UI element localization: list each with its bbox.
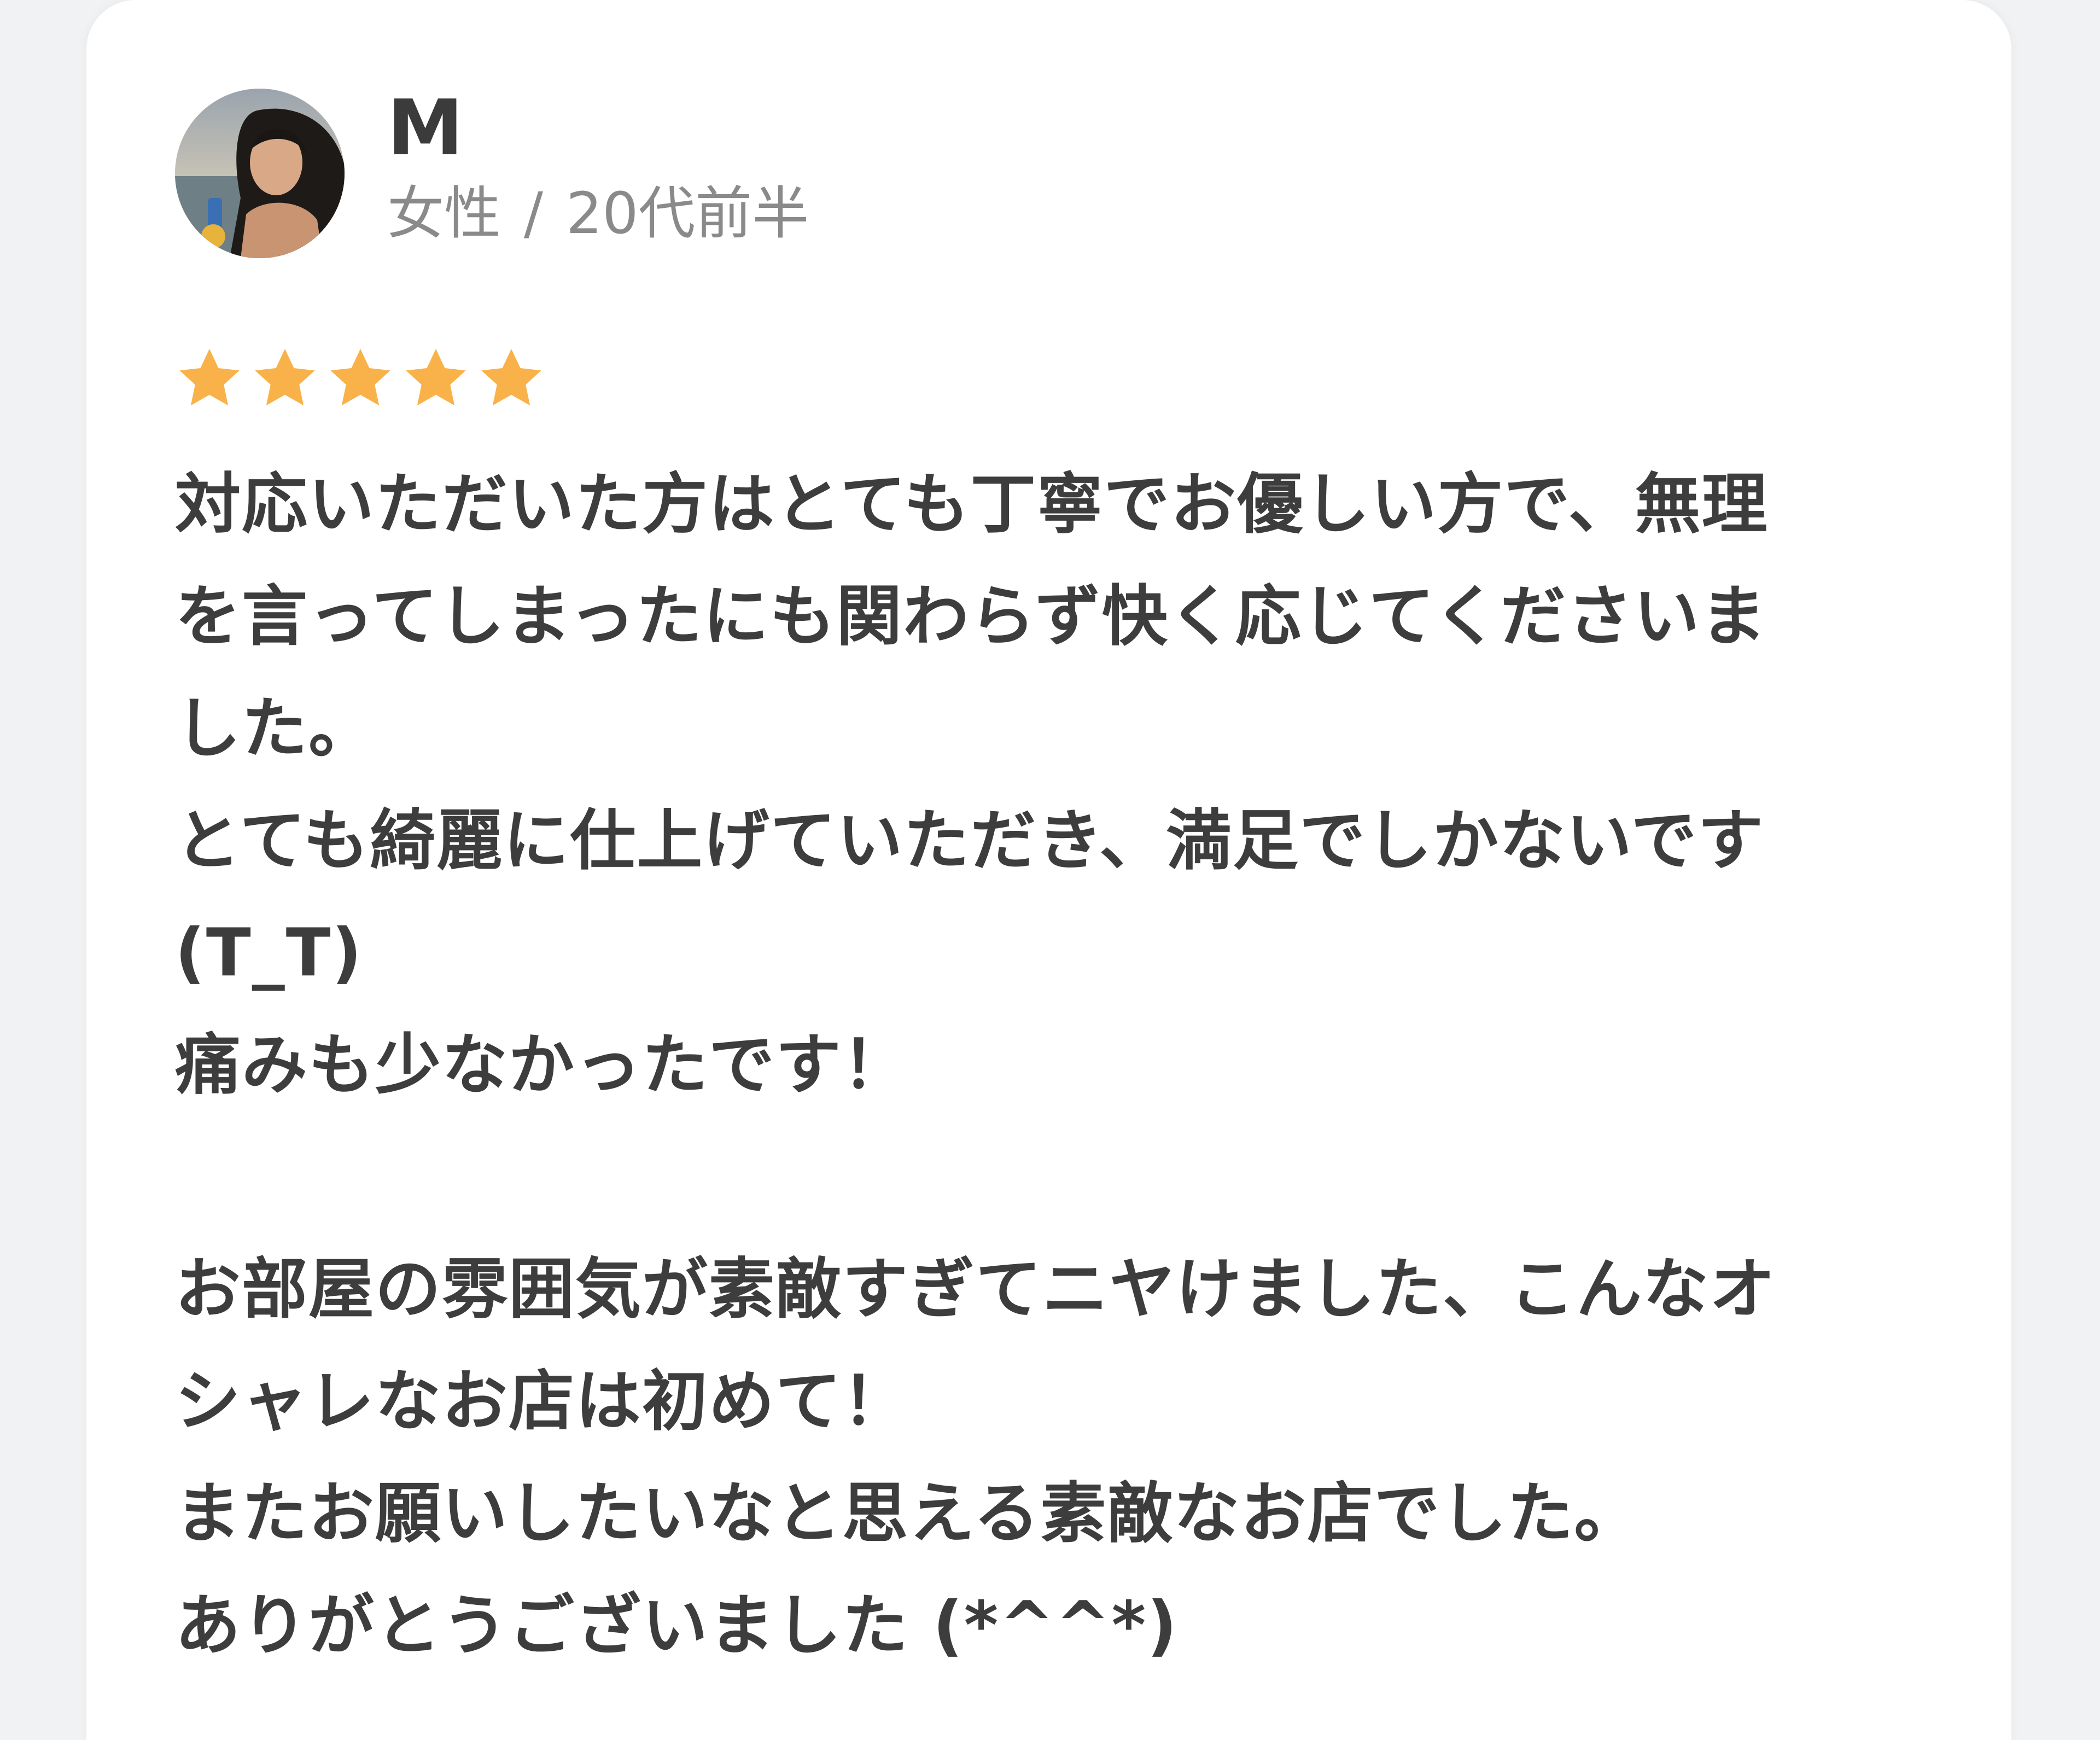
- review-blank-line: [175, 1121, 1958, 1233]
- review-line: とても綺麗に仕上げていただき、満足でしかないです: [175, 803, 1765, 879]
- review-text: 対応いただいた方はとても丁寧でお優しい方で、無理 を言ってしまったにも関わらず快く…: [175, 449, 1958, 1682]
- meta-separator: /: [524, 180, 544, 247]
- review-line: した。: [175, 691, 375, 767]
- avatar[interactable]: [175, 89, 345, 258]
- review-line: またお願いしたいなと思える素敵なお店でした。: [175, 1476, 1641, 1552]
- review-line: を言ってしまったにも関わらず快く応じてくださいま: [175, 579, 1768, 655]
- star-icon: [406, 348, 466, 406]
- star-icon: [481, 348, 541, 406]
- avatar-photo: [175, 89, 345, 258]
- review-line: ありがとうございました (*^^*): [175, 1588, 1179, 1664]
- review-line: 痛みも少なかったです！: [175, 1027, 909, 1103]
- reviewer-meta: 女性 / 20代前半: [387, 175, 809, 252]
- star-rating: [173, 344, 548, 415]
- review-line: お部屋の雰囲気が素敵すぎてニヤけました、こんなオ: [175, 1252, 1776, 1328]
- star-icon: [255, 348, 315, 406]
- star-icon: [330, 348, 390, 406]
- star-icon: [179, 348, 240, 406]
- review-line: 対応いただいた方はとても丁寧でお優しい方で、無理: [175, 467, 1769, 543]
- review-line: (T_T): [175, 915, 363, 991]
- review-card: M 女性 / 20代前半 対応いただいた方はとても丁寧でお優しい方で、無理 を言ってし…: [86, 0, 2011, 1740]
- reviewer-name: M: [387, 84, 464, 173]
- reviewer-age-group: 20代前半: [566, 180, 809, 247]
- review-line: シャレなお店は初めて！: [175, 1364, 909, 1440]
- reviewer-gender: 女性: [387, 180, 501, 247]
